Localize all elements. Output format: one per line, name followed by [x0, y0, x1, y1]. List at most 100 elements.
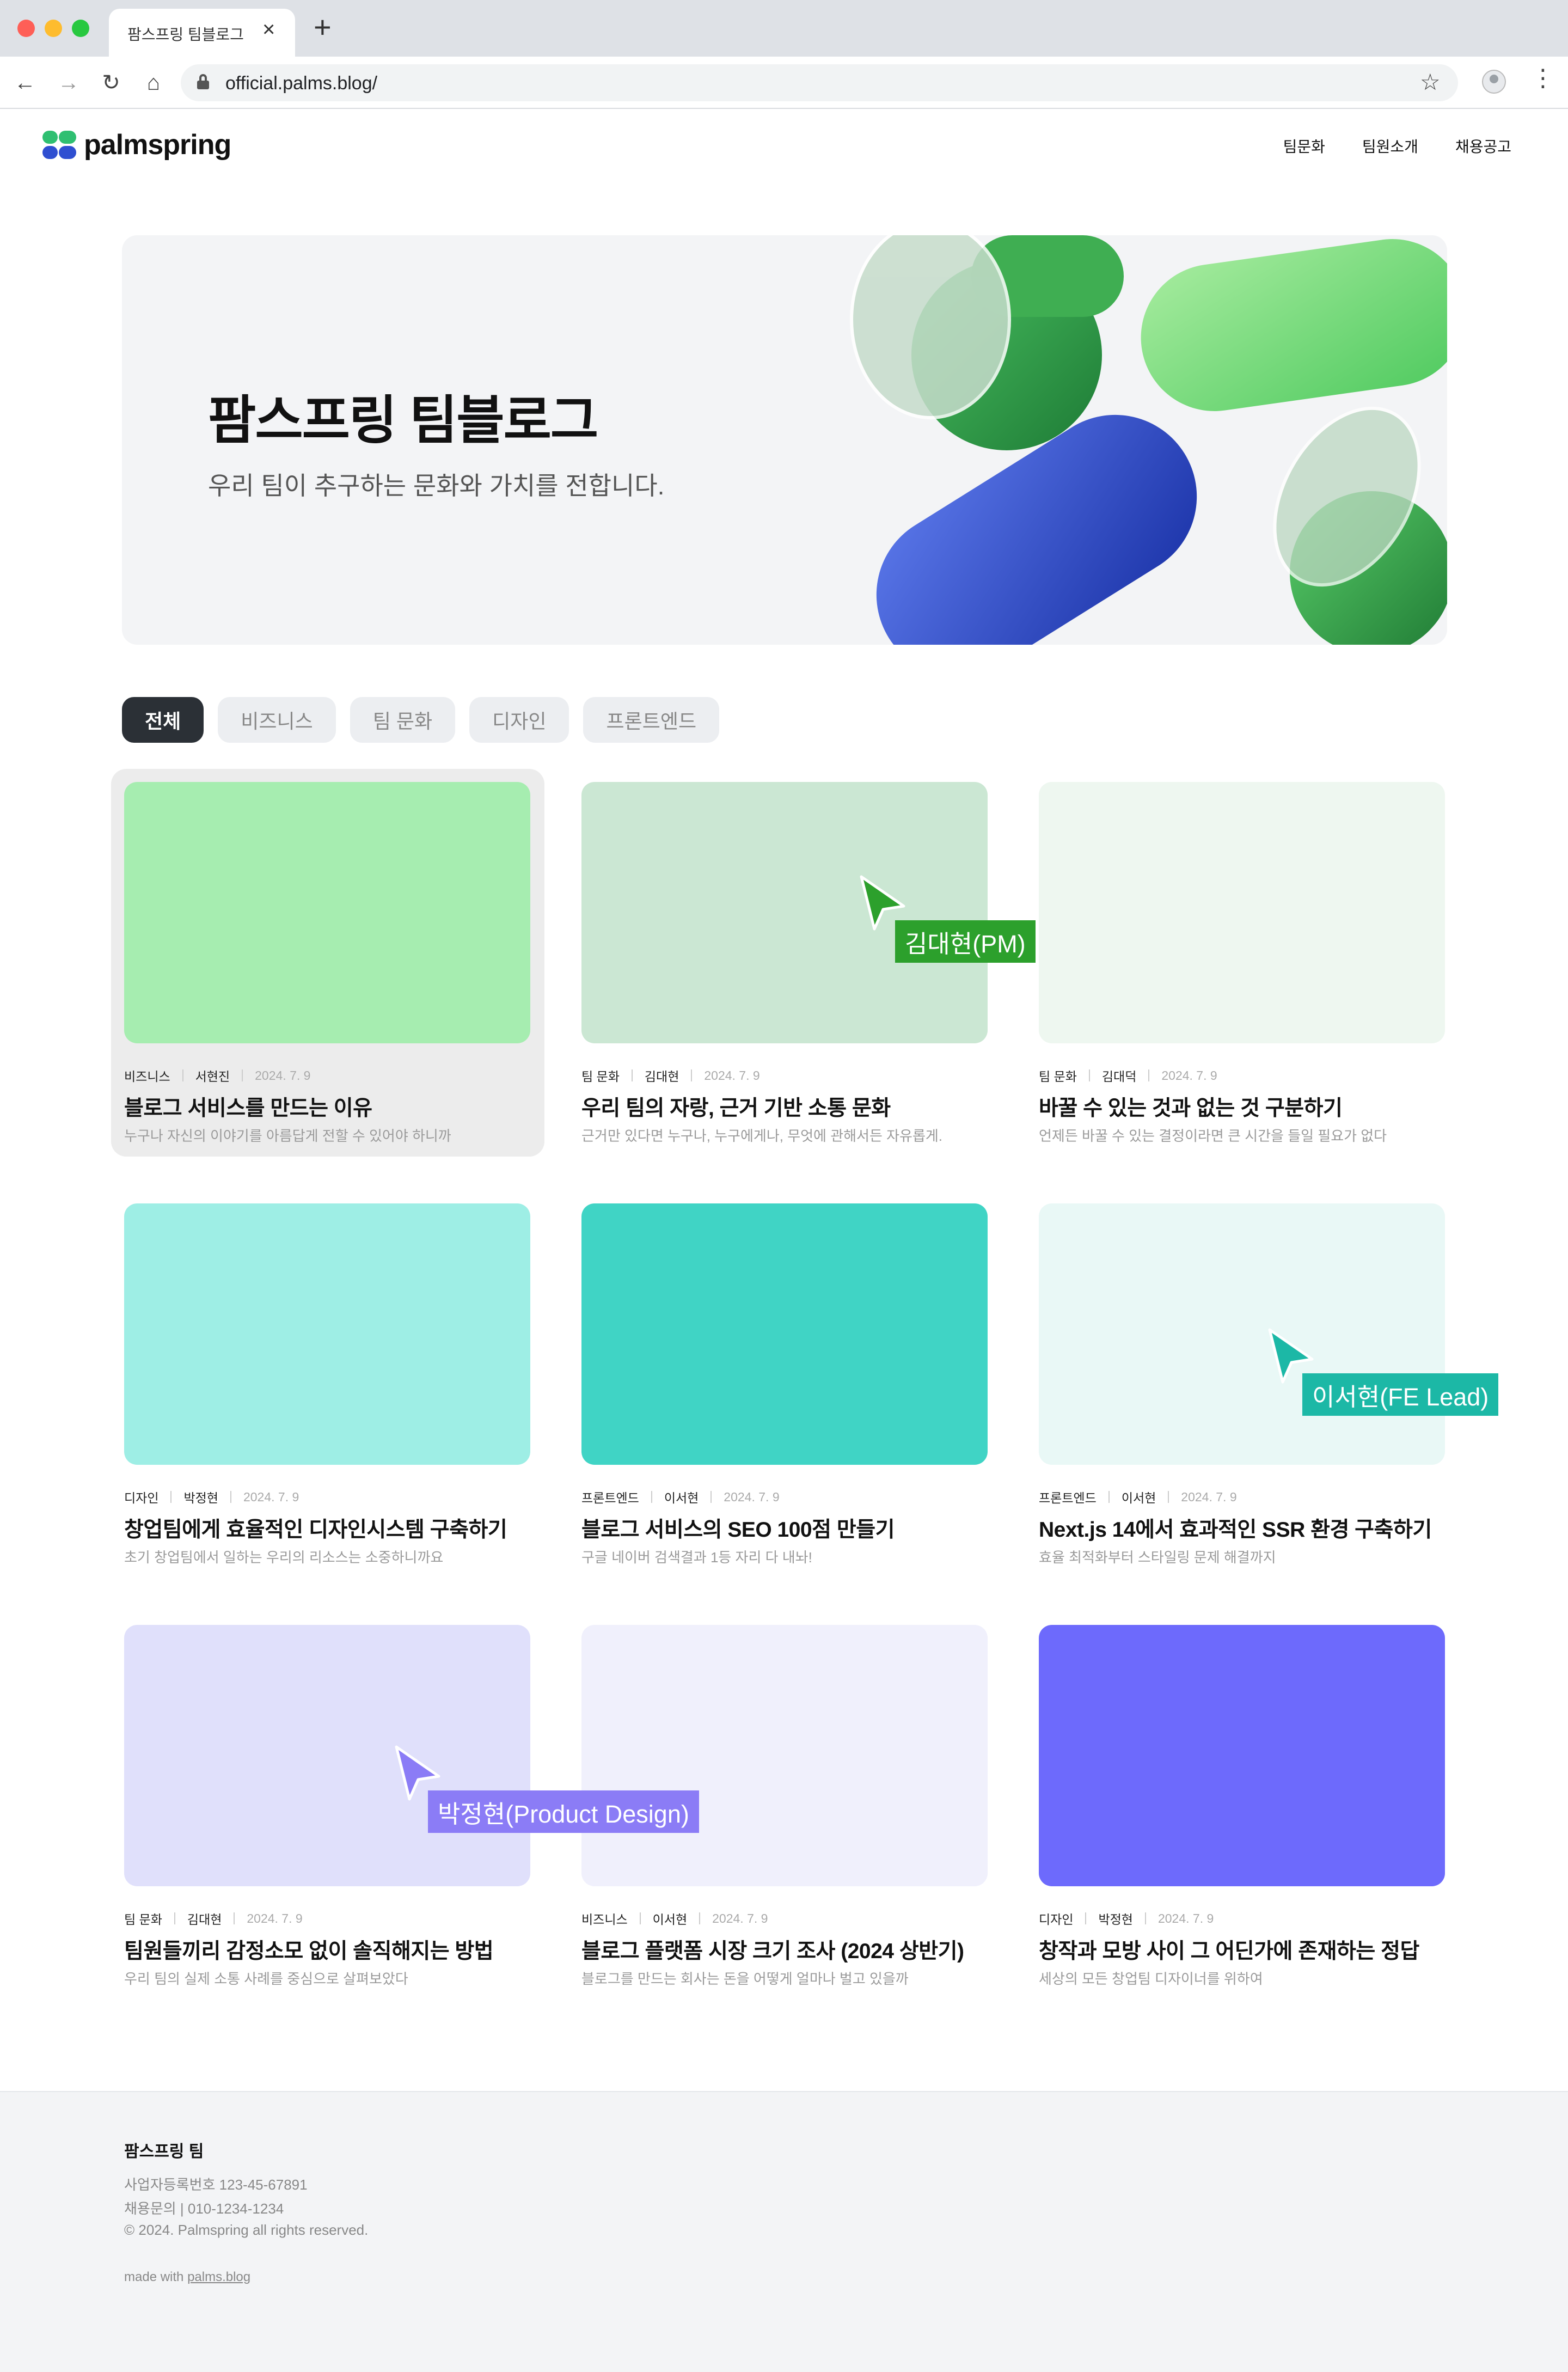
browser-toolbar: ← → ↻ ⌂ official.palms.blog/ ☆: [0, 57, 1568, 109]
post-excerpt: 우리 팀의 실제 소통 사례를 중심으로 살펴보았다: [124, 1971, 408, 1987]
post-title[interactable]: Next.js 14에서 효과적인 SSR 환경 구축하기: [1039, 1513, 1432, 1543]
footer-made-with: made with palms.blog: [124, 2270, 250, 2285]
post-title[interactable]: 블로그 서비스의 SEO 100점 만들기: [581, 1513, 895, 1543]
collaborator-cursor-label: 김대현(PM): [895, 920, 1036, 963]
profile-icon[interactable]: [1482, 70, 1506, 94]
post-category: 비즈니스: [581, 1912, 628, 1927]
collaborator-cursor-label: 이서현(FE Lead): [1302, 1373, 1499, 1416]
made-with-prefix: made with: [124, 2270, 184, 2284]
made-with-link[interactable]: palms.blog: [187, 2270, 250, 2284]
post-card[interactable]: 디자인 박정현 2024. 7. 9 창작과 모방 사이 그 어딘가에 존재하는…: [1026, 1612, 1459, 2000]
window-minimize-button[interactable]: [45, 20, 62, 37]
post-category: 디자인: [1039, 1912, 1074, 1927]
browser-chrome: 팜스프링 팀블로그 × + ← → ↻ ⌂ official.palms.blo…: [0, 0, 1568, 109]
post-thumbnail[interactable]: [581, 1203, 988, 1465]
post-title[interactable]: 창작과 모방 사이 그 어딘가에 존재하는 정답: [1039, 1934, 1419, 1965]
arrow-left-icon[interactable]: ←: [11, 69, 39, 97]
post-category: 디자인: [124, 1491, 159, 1505]
post-excerpt: 근거만 있다면 누구나, 누구에게나, 무엇에 관해서든 자유롭게.: [581, 1128, 943, 1144]
post-category: 팀 문화: [581, 1069, 620, 1084]
collaborator-cursor-label: 박정현(Product Design): [428, 1790, 699, 1833]
star-icon[interactable]: ☆: [1420, 69, 1441, 95]
site-footer: 팜스프링 팀 사업자등록번호 123-45-67891 채용문의 | 010-1…: [0, 2091, 1568, 2372]
palmspring-logo-icon: [42, 131, 76, 159]
post-meta: 비즈니스 이서현 2024. 7. 9: [581, 1909, 768, 1928]
tab-close-icon[interactable]: ×: [262, 19, 275, 40]
post-meta: 프론트엔드 이서현 2024. 7. 9: [581, 1488, 780, 1506]
post-author: 김대현: [644, 1069, 679, 1084]
post-date: 2024. 7. 9: [247, 1911, 303, 1925]
post-thumbnail[interactable]: [581, 782, 988, 1043]
post-title[interactable]: 바꿀 수 있는 것과 없는 것 구분하기: [1039, 1091, 1343, 1122]
category-chip-team-culture[interactable]: 팀 문화: [350, 697, 456, 743]
post-meta: 프론트엔드 이서현 2024. 7. 9: [1039, 1488, 1237, 1506]
post-thumbnail[interactable]: [1039, 782, 1445, 1043]
post-meta: 디자인 박정현 2024. 7. 9: [124, 1488, 299, 1506]
post-card[interactable]: 디자인 박정현 2024. 7. 9 창업팀에게 효율적인 디자인시스템 구축하…: [111, 1190, 544, 1578]
footer-copyright: © 2024. Palmspring all rights reserved.: [124, 2222, 369, 2238]
post-meta: 팀 문화 김대현 2024. 7. 9: [581, 1066, 760, 1085]
nav-team-members[interactable]: 팀원소개: [1362, 135, 1418, 157]
post-title[interactable]: 블로그 플랫폼 시장 크기 조사 (2024 상반기): [581, 1934, 964, 1965]
window-close-button[interactable]: [17, 20, 35, 37]
post-meta: 팀 문화 김대덕 2024. 7. 9: [1039, 1066, 1217, 1085]
post-thumbnail[interactable]: [1039, 1203, 1445, 1465]
post-meta: 비즈니스 서현진 2024. 7. 9: [124, 1066, 310, 1085]
post-thumbnail[interactable]: [581, 1625, 988, 1886]
post-meta: 팀 문화 김대현 2024. 7. 9: [124, 1909, 303, 1928]
post-card[interactable]: 비즈니스 서현진 2024. 7. 9 블로그 서비스를 만드는 이유 누구나 …: [111, 769, 544, 1157]
post-title[interactable]: 팀원들끼리 감정소모 없이 솔직해지는 방법: [124, 1934, 494, 1965]
top-nav: 팀문화 팀원소개 채용공고: [1283, 135, 1511, 157]
category-chip-all[interactable]: 전체: [122, 697, 204, 743]
browser-tab[interactable]: 팜스프링 팀블로그 ×: [109, 9, 295, 57]
post-thumbnail[interactable]: [124, 782, 530, 1043]
post-excerpt: 초기 창업팀에서 일하는 우리의 리소스는 소중하니까요: [124, 1549, 444, 1566]
post-category: 팀 문화: [1039, 1069, 1077, 1084]
site-header: palmspring 팀문화 팀원소개 채용공고: [0, 109, 1568, 180]
footer-team-name: 팜스프링 팀: [124, 2143, 204, 2161]
post-author: 이서현: [1121, 1491, 1156, 1505]
category-filter: 전체 비즈니스 팀 문화 디자인 프론트엔드: [122, 697, 720, 743]
category-chip-business[interactable]: 비즈니스: [218, 697, 336, 743]
post-card[interactable]: 팀 문화 김대덕 2024. 7. 9 바꿀 수 있는 것과 없는 것 구분하기…: [1026, 769, 1459, 1157]
nav-team-culture[interactable]: 팀문화: [1283, 135, 1325, 157]
post-date: 2024. 7. 9: [1161, 1068, 1217, 1083]
post-thumbnail[interactable]: [1039, 1625, 1445, 1886]
post-author: 박정현: [183, 1491, 218, 1505]
post-thumbnail[interactable]: [124, 1625, 530, 1886]
post-excerpt: 구글 네이버 검색결과 1등 자리 다 내놔!: [581, 1549, 812, 1566]
category-chip-frontend[interactable]: 프론트엔드: [583, 697, 720, 743]
hero-banner: 팜스프링 팀블로그 우리 팀이 추구하는 문화와 가치를 전합니다.: [122, 235, 1447, 645]
lock-icon: [197, 74, 209, 89]
post-date: 2024. 7. 9: [712, 1911, 768, 1925]
window-zoom-button[interactable]: [72, 20, 89, 37]
post-excerpt: 언제든 바꿀 수 있는 결정이라면 큰 시간을 들일 필요가 없다: [1039, 1128, 1387, 1144]
post-author: 이서현: [664, 1491, 699, 1505]
post-title[interactable]: 창업팀에게 효율적인 디자인시스템 구축하기: [124, 1513, 507, 1543]
post-title[interactable]: 블로그 서비스를 만드는 이유: [124, 1091, 372, 1122]
post-excerpt: 세상의 모든 창업팀 디자이너를 위하여: [1039, 1971, 1263, 1987]
post-date: 2024. 7. 9: [255, 1068, 311, 1083]
post-excerpt: 누구나 자신의 이야기를 아름답게 전할 수 있어야 하니까: [124, 1128, 451, 1144]
category-chip-design[interactable]: 디자인: [469, 697, 569, 743]
post-date: 2024. 7. 9: [243, 1489, 299, 1504]
reload-icon[interactable]: ↻: [97, 69, 125, 97]
post-title[interactable]: 우리 팀의 자랑, 근거 기반 소통 문화: [581, 1091, 891, 1122]
post-card[interactable]: 팀 문화 김대현 2024. 7. 9 우리 팀의 자랑, 근거 기반 소통 문…: [568, 769, 1002, 1157]
arrow-right-icon[interactable]: →: [54, 69, 83, 97]
post-meta: 디자인 박정현 2024. 7. 9: [1039, 1909, 1214, 1928]
new-tab-icon[interactable]: +: [314, 12, 332, 42]
post-thumbnail[interactable]: [124, 1203, 530, 1465]
hero-3d-shapes-illustration: [850, 235, 1447, 645]
nav-careers[interactable]: 채용공고: [1455, 135, 1511, 157]
post-category: 프론트엔드: [581, 1491, 639, 1505]
url-text[interactable]: official.palms.blog/: [225, 73, 377, 94]
home-icon[interactable]: ⌂: [139, 69, 168, 97]
address-bar[interactable]: official.palms.blog/ ☆: [181, 64, 1458, 101]
site-logo[interactable]: palmspring: [42, 129, 231, 161]
post-author: 박정현: [1098, 1912, 1133, 1927]
post-card[interactable]: 프론트엔드 이서현 2024. 7. 9 블로그 서비스의 SEO 100점 만…: [568, 1190, 1002, 1578]
kebab-menu-icon[interactable]: ⋮: [1531, 66, 1555, 90]
post-author: 이서현: [652, 1912, 688, 1927]
post-excerpt: 블로그를 만드는 회사는 돈을 어떻게 얼마나 벌고 있을까: [581, 1971, 909, 1987]
